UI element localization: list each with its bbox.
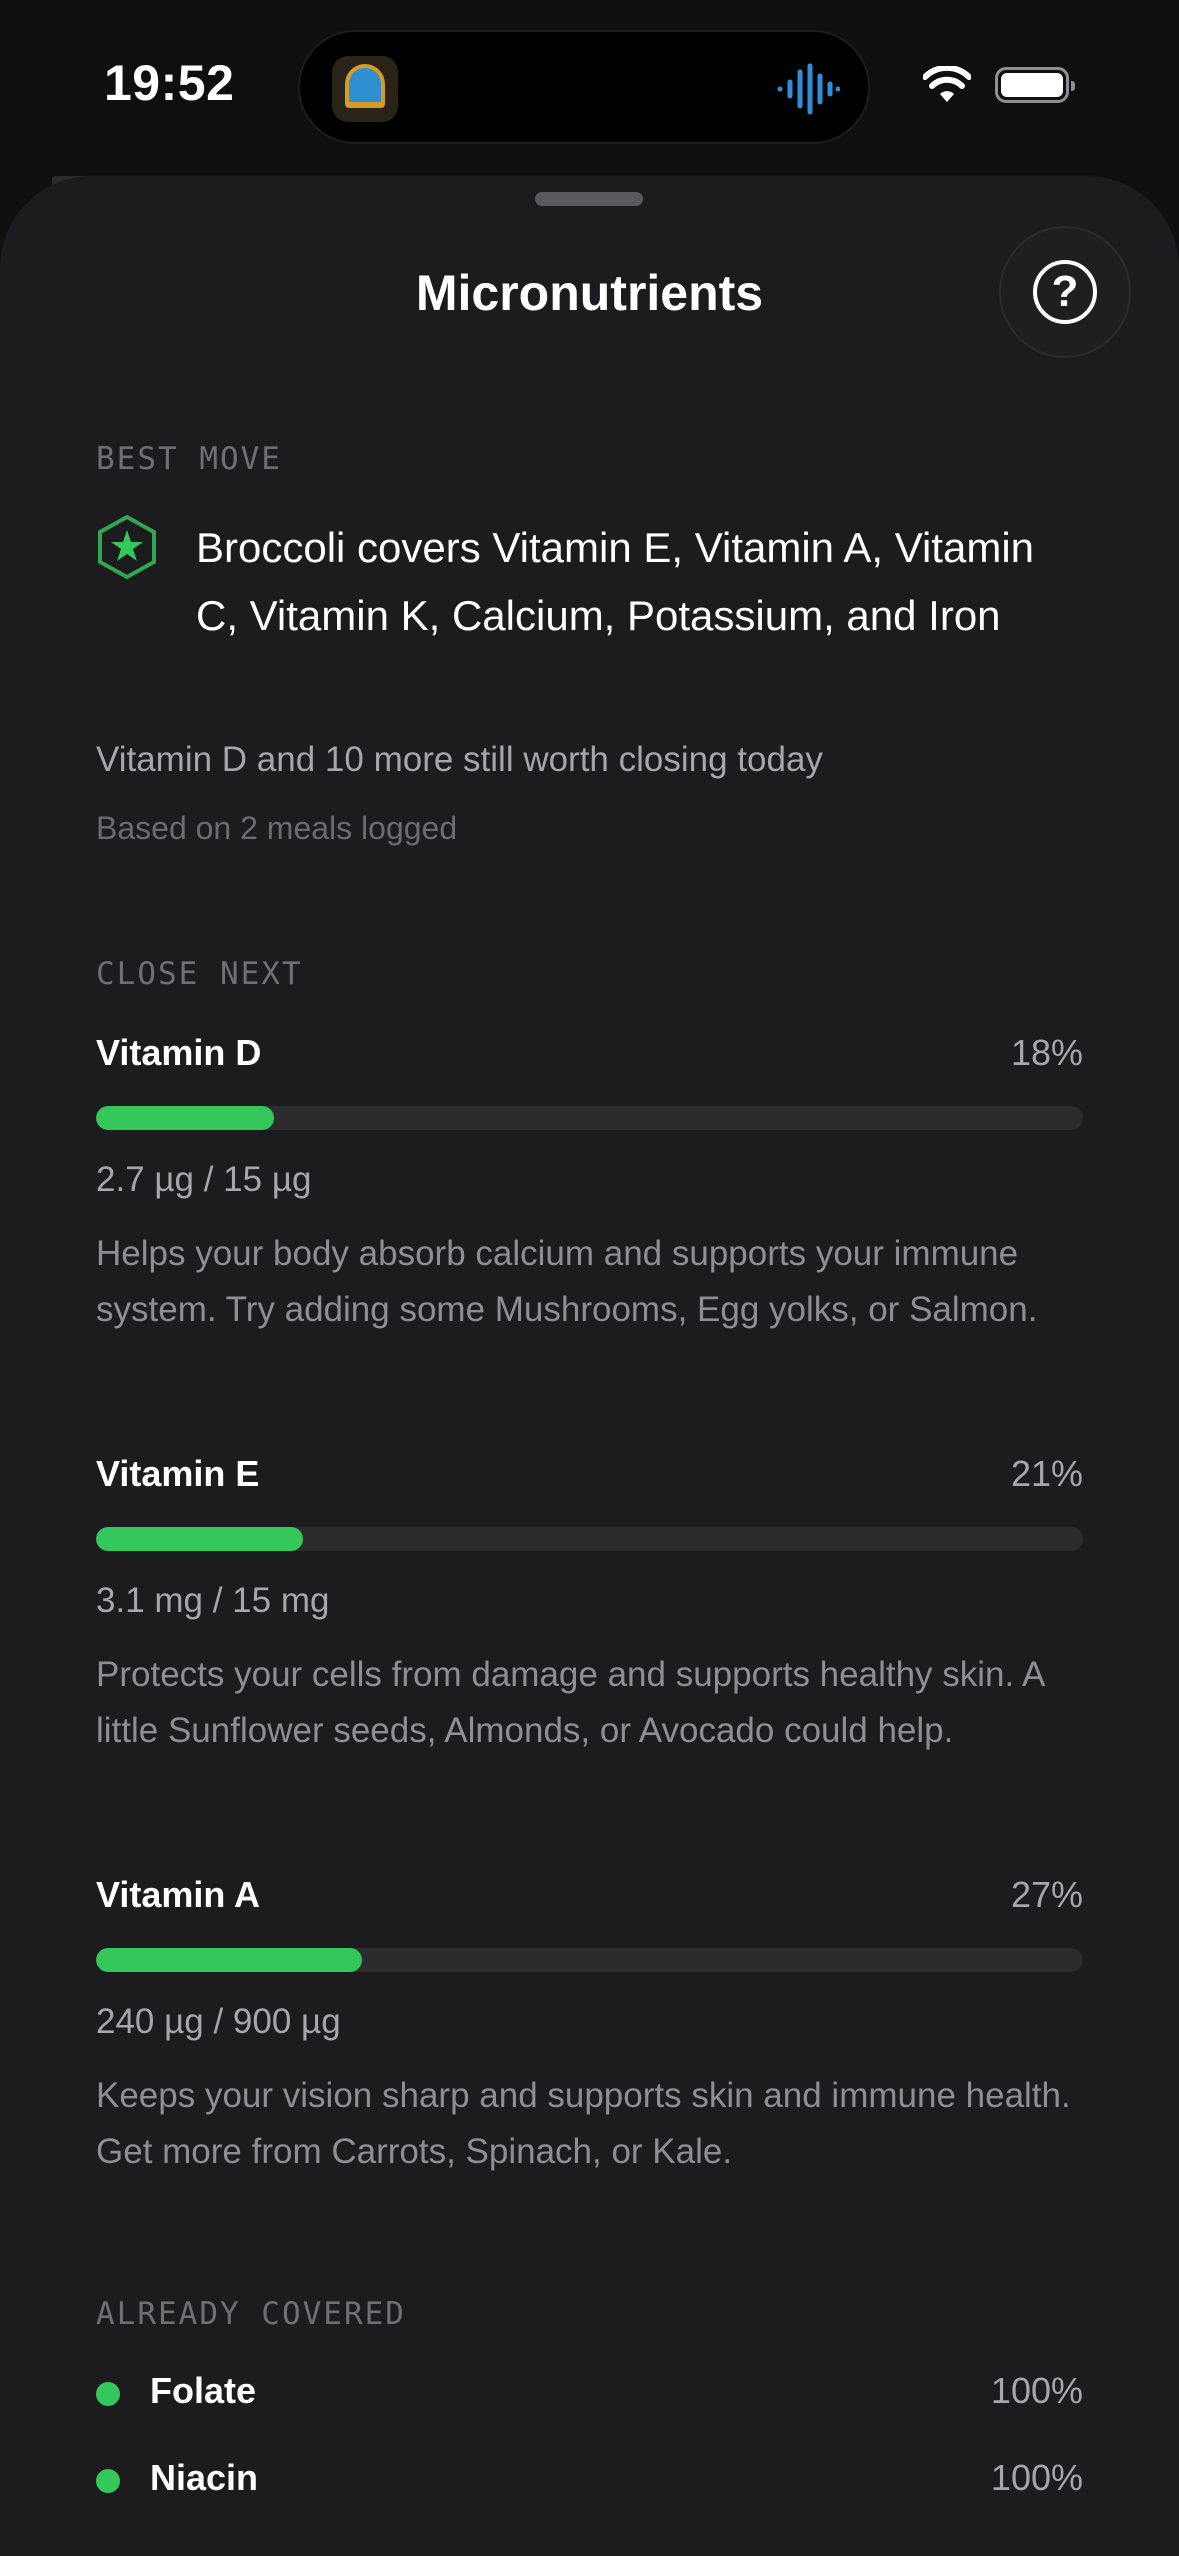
nutrient-amount: 240 µg / 900 µg [96,2002,341,2041]
nutrient-percent: 27% [1010,1874,1083,1915]
best-move-text: Broccoli covers Vitamin E, Vitamin A, Vi… [196,524,1035,639]
already-covered-label: ALREADY COVERED [96,2296,406,2332]
nutrient-description: Keeps your vision sharp and supports ski… [96,2076,1071,2171]
covered-name: Niacin [150,2457,259,2498]
micronutrients-sheet: Micronutrients ? BEST MOVE Broccoli cove… [0,176,1179,2556]
status-dot-icon [96,2469,120,2493]
audio-waveform-icon [777,63,840,115]
battery-icon [995,67,1075,103]
covered-name: Folate [150,2370,257,2411]
covered-percent: 100% [990,2457,1083,2498]
progress-track [96,1527,1083,1551]
nutrient-amount: 2.7 µg / 15 µg [96,1160,312,1199]
star-badge-icon [98,514,156,580]
nutrient-description: Protects your cells from damage and supp… [96,1655,1044,1750]
nutrient-name: Vitamin E [96,1453,260,1494]
wifi-icon [923,66,971,102]
status-icons [923,66,1075,104]
remaining-summary: Vitamin D and 10 more still worth closin… [96,740,823,779]
covered-item-folate[interactable]: Folate 100% [96,2370,1083,2420]
status-dot-icon [96,2382,120,2406]
close-next-label: CLOSE NEXT [96,956,303,992]
live-activity-app-icon [332,56,398,122]
screen: 19:52 Micronutrients ? BEST MOVE Broccol… [0,0,1179,2556]
progress-fill [96,1948,363,1972]
status-bar: 19:52 [0,0,1179,175]
progress-fill [96,1106,274,1130]
nutrient-name: Vitamin D [96,1032,262,1073]
covered-percent: 100% [990,2370,1083,2411]
meals-logged-note: Based on 2 meals logged [96,810,458,846]
dynamic-island[interactable] [298,30,870,144]
progress-track [96,1106,1083,1130]
covered-item-niacin[interactable]: Niacin 100% [96,2457,1083,2507]
progress-track [96,1948,1083,1972]
nutrient-description: Helps your body absorb calcium and suppo… [96,1234,1038,1329]
nutrient-percent: 18% [1010,1032,1083,1073]
question-mark-icon: ? [1033,260,1097,324]
best-move-label: BEST MOVE [96,441,282,477]
status-time: 19:52 [104,55,235,111]
sheet-grabber[interactable] [535,192,643,206]
progress-fill [96,1527,304,1551]
nutrient-name: Vitamin A [96,1874,261,1915]
nutrient-amount: 3.1 mg / 15 mg [96,1581,330,1620]
help-button[interactable]: ? [999,226,1131,358]
nutrient-percent: 21% [1010,1453,1083,1494]
